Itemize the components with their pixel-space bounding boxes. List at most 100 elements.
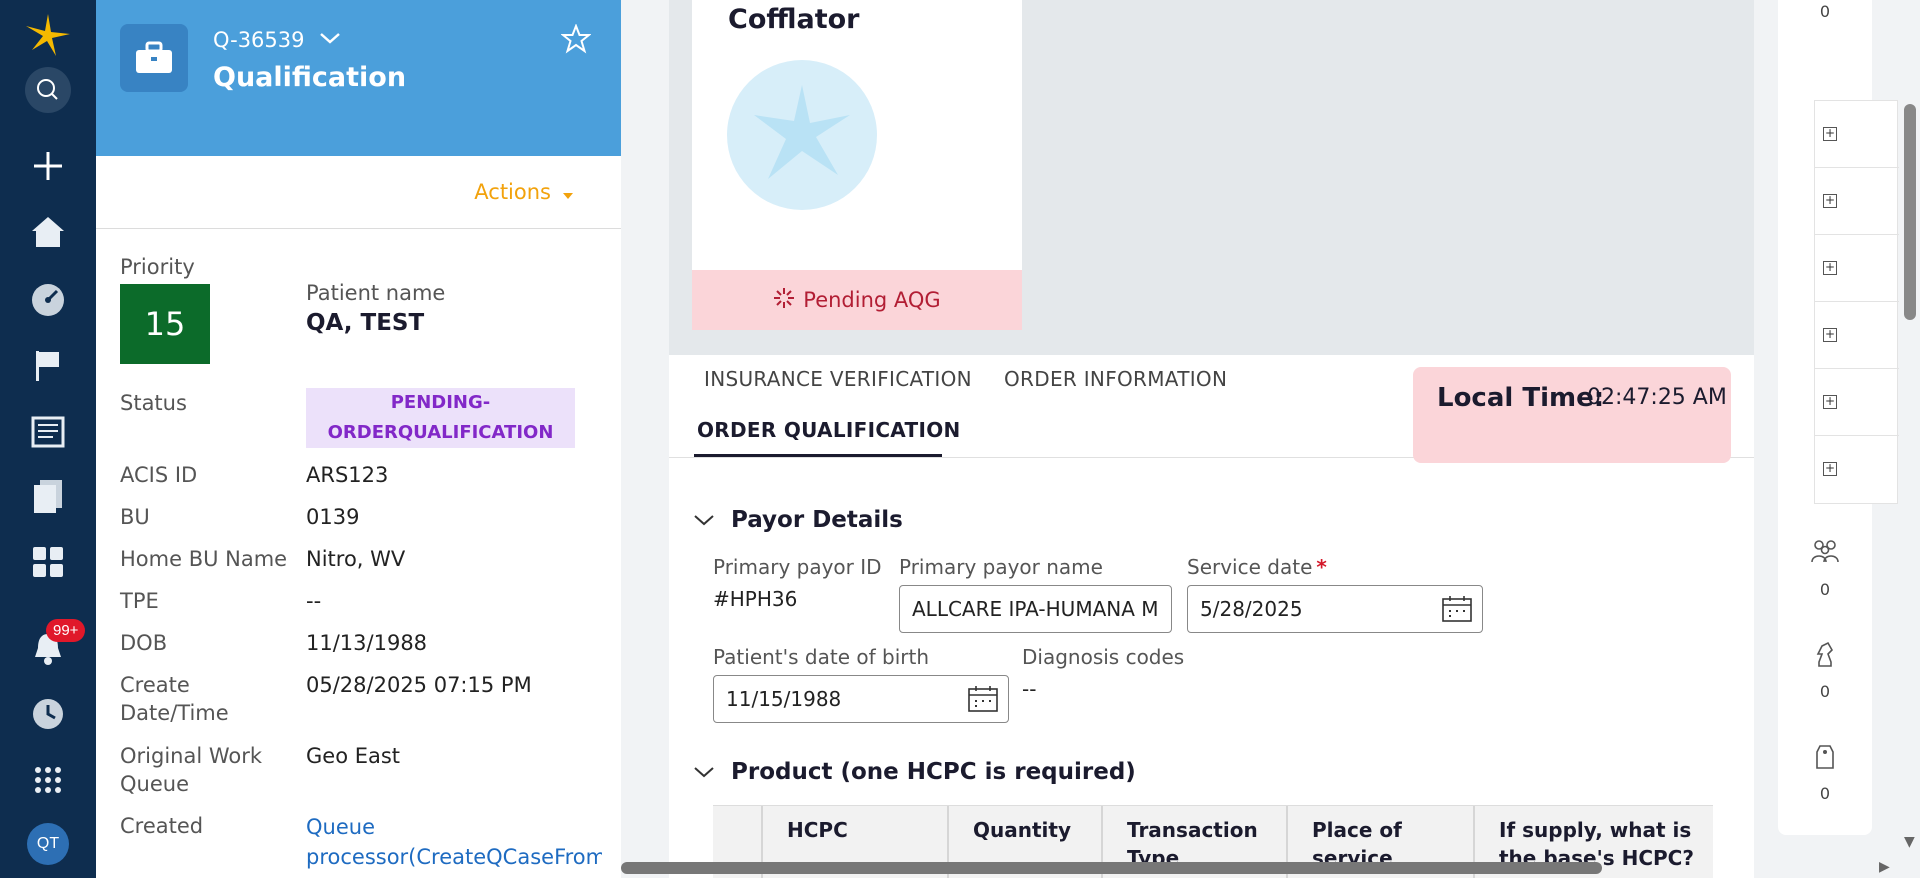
tpe-value: -- (306, 589, 322, 613)
queue-label-line-2: Queue (120, 772, 189, 796)
expand-plus-icon[interactable]: + (1823, 328, 1837, 342)
case-header: Q-36539 Qualification (96, 0, 621, 156)
expand-row[interactable]: + (1815, 168, 1899, 235)
bu-label: BU (120, 505, 150, 529)
local-time-value: 02:47:25 AM (1587, 385, 1727, 410)
local-time-label: Local Time: (1437, 383, 1605, 413)
dob-label: DOB (120, 631, 168, 655)
required-marker: * (1316, 555, 1327, 579)
case-panel: Q-36539 Qualification Actions Priority 1… (96, 0, 621, 878)
created-label: Created (120, 814, 204, 838)
payor-details-section-toggle[interactable]: Payor Details (693, 507, 903, 533)
chess-knight-icon[interactable] (1778, 640, 1872, 668)
utility-count: 0 (1819, 2, 1831, 21)
horizontal-scrollbar[interactable]: ▶ (621, 858, 1920, 878)
avatar: QT (27, 823, 69, 865)
tab-order-information[interactable]: ORDER INFORMATION (1004, 367, 1227, 391)
primary-payor-name-field[interactable]: ALLCARE IPA-HUMANA M (899, 585, 1172, 633)
patient-name-value: QA, TEST (306, 310, 425, 336)
pending-label: Pending AQG (803, 288, 941, 312)
acis-id-label: ACIS ID (120, 463, 198, 487)
tag-count: 0 (1819, 784, 1831, 803)
tag-icon[interactable] (1778, 742, 1872, 770)
home-bu-label: Home BU Name (120, 547, 288, 571)
grid-icon[interactable] (0, 758, 96, 802)
report-icon[interactable] (0, 410, 96, 454)
patient-dob-value: 11/15/1988 (726, 687, 842, 711)
actions-button[interactable]: Actions (474, 180, 573, 204)
scroll-right-arrow-icon[interactable]: ▶ (1879, 859, 1890, 875)
patient-dob-label: Patient's date of birth (713, 645, 929, 669)
primary-payor-name-label: Primary payor name (899, 555, 1103, 579)
qualification-panel: INSURANCE VERIFICATION ORDER INFORMATION… (669, 355, 1754, 878)
notification-badge: 99+ (46, 619, 86, 642)
expand-row[interactable]: + (1815, 436, 1899, 503)
patient-dob-field[interactable]: 11/15/1988 (713, 675, 1009, 723)
product-section-toggle[interactable]: Product (one HCPC is required) (693, 759, 1136, 785)
logo-icon[interactable] (0, 12, 96, 58)
left-navigation: 99+ QT (0, 0, 96, 878)
actions-label: Actions (474, 180, 551, 204)
service-date-value: 5/28/2025 (1200, 597, 1303, 621)
created-by-link[interactable]: Queue processor(CreateQCaseFromIn (306, 812, 602, 872)
history-icon[interactable] (0, 692, 96, 736)
flag-icon[interactable] (0, 344, 96, 388)
chevron-down-icon[interactable] (318, 26, 342, 54)
status-line-1: PENDING- (390, 392, 491, 413)
card-name: Cofflator (728, 4, 860, 35)
search-icon[interactable] (0, 67, 96, 113)
expand-plus-icon[interactable]: + (1823, 127, 1837, 141)
documents-icon[interactable] (0, 474, 96, 518)
expand-row[interactable]: + (1815, 369, 1899, 436)
queue-label-line-1: Original Work (120, 744, 263, 768)
create-label-line-1: Create (120, 673, 190, 697)
bell-icon[interactable]: 99+ (0, 619, 96, 670)
scrollbar-thumb[interactable] (621, 862, 1602, 874)
home-icon[interactable] (0, 210, 96, 254)
expand-row[interactable]: + (1815, 302, 1899, 369)
people-icon[interactable] (1778, 538, 1872, 564)
star-icon[interactable] (560, 23, 592, 58)
tab-order-qualification[interactable]: ORDER QUALIFICATION (697, 418, 961, 442)
service-date-label-text: Service date (1187, 555, 1313, 579)
expand-plus-icon[interactable]: + (1823, 261, 1837, 275)
main-content: Cofflator Pending AQG INSURANCE VERIFICA… (621, 0, 1778, 878)
original-work-queue-value: Geo East (306, 744, 401, 768)
status-label: Status (120, 391, 187, 415)
user-avatar-button[interactable]: QT (0, 822, 96, 866)
case-title: Qualification (213, 62, 407, 93)
briefcase-icon (120, 24, 188, 92)
expand-plus-icon[interactable]: + (1823, 462, 1837, 476)
caret-down-icon (563, 180, 573, 204)
spinner-icon (773, 287, 795, 314)
chevron-down-icon (693, 507, 715, 533)
expand-row[interactable]: + (1815, 235, 1899, 302)
plus-icon[interactable] (0, 144, 96, 188)
apps-icon[interactable] (0, 540, 96, 584)
dob-value: 11/13/1988 (306, 631, 428, 655)
scrollbar-thumb[interactable] (1904, 104, 1916, 320)
priority-badge: 15 (120, 284, 210, 364)
expand-plus-icon[interactable]: + (1823, 395, 1837, 409)
right-utility-rail: 0 0 0 0 + + + + + + (1778, 0, 1920, 878)
profile-card-area: Cofflator Pending AQG (669, 0, 1754, 355)
create-label-line-2: Date/Time (120, 701, 229, 725)
create-datetime-value: 05/28/2025 07:15 PM (306, 673, 532, 697)
expand-row[interactable]: + (1815, 101, 1899, 168)
knight-count: 0 (1819, 682, 1831, 701)
product-section-title: Product (one HCPC is required) (731, 759, 1136, 785)
tab-insurance-verification[interactable]: INSURANCE VERIFICATION (704, 367, 972, 391)
divider (96, 228, 621, 229)
tpe-label: TPE (120, 589, 159, 613)
create-datetime-label: Create Date/Time (120, 671, 229, 727)
dashboard-icon[interactable] (0, 278, 96, 322)
page-vertical-scrollbar[interactable]: ▼ (1900, 0, 1920, 878)
scroll-down-arrow-icon[interactable]: ▼ (1904, 834, 1915, 850)
calendar-icon[interactable] (968, 686, 998, 717)
service-date-field[interactable]: 5/28/2025 (1187, 585, 1483, 633)
calendar-icon[interactable] (1442, 596, 1472, 627)
expand-plus-icon[interactable]: + (1823, 194, 1837, 208)
home-bu-value: Nitro, WV (306, 547, 406, 571)
diagnosis-codes-value: -- (1022, 677, 1037, 701)
primary-payor-name-value: ALLCARE IPA-HUMANA M (912, 597, 1159, 621)
